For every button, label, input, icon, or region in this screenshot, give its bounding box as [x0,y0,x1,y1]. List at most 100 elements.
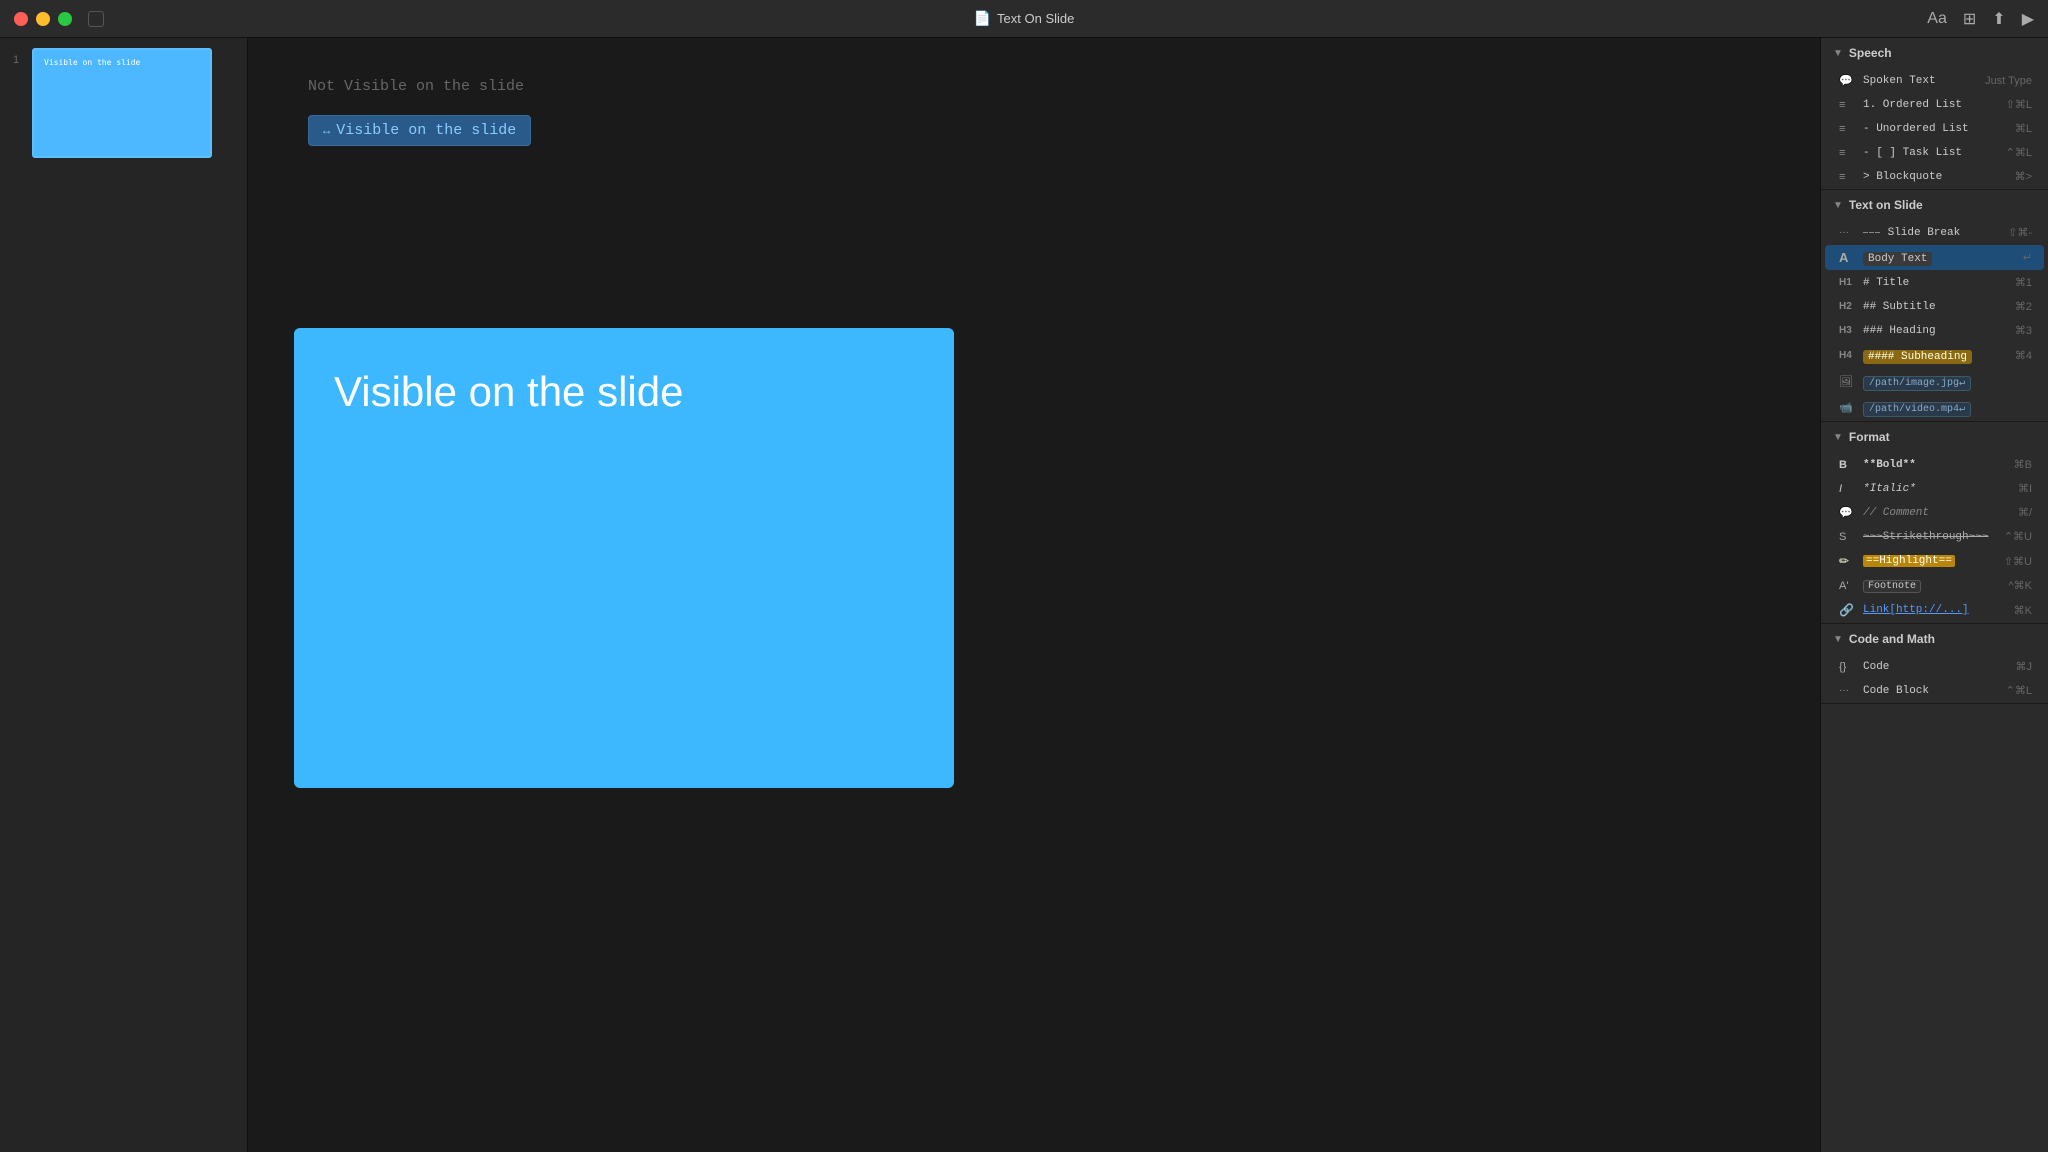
highlight-item[interactable]: ✏ ==Highlight== ⇧⌘U [1825,549,2044,573]
bold-label: **Bold** [1863,459,2008,471]
close-button[interactable] [14,12,28,26]
text-on-slide-chevron: ▼ [1833,200,1843,211]
italic-item[interactable]: I *Italic* ⌘I [1825,477,2044,500]
font-icon[interactable]: Aa [1927,10,1947,28]
image-view-icon[interactable]: ⊞ [1963,9,1976,29]
task-list-label: - [ ] Task List [1863,147,2000,159]
blockquote-item[interactable]: ≡ > Blockquote ⌘> [1825,165,2044,188]
highlight-shortcut: ⇧⌘U [2004,555,2032,568]
blockquote-shortcut: ⌘> [2015,170,2032,183]
subtitle-icon: H2 [1839,301,1857,312]
code-block-icon: ··· [1839,685,1857,696]
comment-item[interactable]: 💬 // Comment ⌘/ [1825,501,2044,524]
title-item[interactable]: H1 # Title ⌘1 [1825,271,2044,294]
titlebar-actions: Aa ⊞ ⬆ ▶ [1927,9,2034,29]
text-on-slide-header[interactable]: ▼ Text on Slide [1821,190,2048,220]
format-chevron: ▼ [1833,432,1843,443]
code-block-shortcut: ⌃⌘L [2006,684,2032,697]
speech-section-header[interactable]: ▼ Speech [1821,38,2048,68]
title-label: # Title [1863,277,2009,289]
document-icon: 📄 [974,10,991,27]
video-label: /path/video.mp4↵ [1863,400,2026,415]
slide-break-shortcut: ⇧⌘- [2008,226,2032,239]
ordered-list-shortcut: ⇧⌘L [2006,98,2032,111]
video-icon: 📹 [1839,401,1857,414]
task-list-item[interactable]: ≡ - [ ] Task List ⌃⌘L [1825,141,2044,164]
subheading-item[interactable]: H4 #### Subheading ⌘4 [1825,343,2044,368]
strikethrough-item[interactable]: S ~~~Strikethrough~~~ ⌃⌘U [1825,525,2044,548]
app-body: 1 Visible on the slide Not Visible on th… [0,38,2048,1152]
slide-break-item[interactable]: ··· ⎯⎯⎯ Slide Break ⇧⌘- [1825,221,2044,244]
not-visible-text: Not Visible on the slide [308,78,1760,95]
video-item[interactable]: 📹 /path/video.mp4↵ [1825,395,2044,420]
body-text-icon: A [1839,250,1857,265]
spoken-text-shortcut: Just Type [1985,75,2032,87]
footnote-label: Footnote [1863,580,2003,592]
editor-content[interactable]: Not Visible on the slide ↔ Visible on th… [248,38,1820,1152]
ordered-list-label: 1. Ordered List [1863,99,2000,111]
body-text-item[interactable]: A Body Text ↵ [1825,245,2044,270]
slide-break-label: ⎯⎯⎯ Slide Break [1863,227,2002,239]
bold-shortcut: ⌘B [2014,458,2032,471]
slide-thumb-row: 1 Visible on the slide [8,48,239,158]
spoken-text-item[interactable]: 💬 Spoken Text Just Type [1825,69,2044,92]
link-label: Link[http://...] [1863,604,2008,616]
slide-break-icon: ··· [1839,227,1857,238]
unordered-list-label: - Unordered List [1863,123,2009,135]
body-text-shortcut: ↵ [2023,251,2032,264]
image-icon: 🖼 [1839,375,1857,388]
subheading-icon: H4 [1839,350,1857,361]
code-section: ▼ Code and Math {} Code ⌘J ··· Code Bloc… [1821,624,2048,704]
visible-badge[interactable]: ↔ Visible on the slide [308,115,531,146]
share-icon[interactable]: ⬆ [1992,9,2005,29]
format-section: ▼ Format B **Bold** ⌘B I *Italic* ⌘I 💬 /… [1821,422,2048,624]
link-item[interactable]: 🔗 Link[http://...] ⌘K [1825,598,2044,622]
play-icon[interactable]: ▶ [2022,9,2034,29]
slide-preview-large: Visible on the slide [294,328,954,788]
subtitle-label: ## Subtitle [1863,301,2009,313]
ordered-list-icon: ≡ [1839,99,1857,111]
speech-label: Speech [1849,46,1892,60]
editor-area: Not Visible on the slide ↔ Visible on th… [248,38,1820,1152]
bold-item[interactable]: B **Bold** ⌘B [1825,453,2044,476]
speech-section: ▼ Speech 💬 Spoken Text Just Type ≡ 1. Or… [1821,38,2048,190]
ordered-list-item[interactable]: ≡ 1. Ordered List ⇧⌘L [1825,93,2044,116]
highlight-icon: ✏ [1839,554,1857,568]
blockquote-label: > Blockquote [1863,171,2009,183]
code-section-header[interactable]: ▼ Code and Math [1821,624,2048,654]
subtitle-shortcut: ⌘2 [2015,300,2032,313]
link-icon: 🔗 [1839,603,1857,617]
window-controls [14,11,104,27]
footnote-item[interactable]: A' Footnote ^⌘K [1825,574,2044,597]
italic-icon: I [1839,483,1857,495]
fullscreen-button[interactable] [88,11,104,27]
maximize-button[interactable] [58,12,72,26]
text-on-slide-label: Text on Slide [1849,198,1923,212]
unordered-list-shortcut: ⌘L [2015,122,2032,135]
code-shortcut: ⌘J [2016,660,2033,673]
minimize-button[interactable] [36,12,50,26]
code-chevron: ▼ [1833,634,1843,645]
code-item[interactable]: {} Code ⌘J [1825,655,2044,678]
titlebar-center: 📄 Text On Slide [974,10,1075,27]
image-label: /path/image.jpg↵ [1863,374,2026,389]
heading-item[interactable]: H3 ### Heading ⌘3 [1825,319,2044,342]
heading-label: ### Heading [1863,325,2009,337]
code-item-label: Code [1863,661,2010,673]
slide-thumbnail[interactable]: Visible on the slide [32,48,212,158]
slide-number: 1 [8,54,24,66]
bold-icon: B [1839,459,1857,471]
italic-label: *Italic* [1863,483,2012,495]
heading-icon: H3 [1839,325,1857,336]
slide-preview-title: Visible on the slide [334,368,683,416]
image-item[interactable]: 🖼 /path/image.jpg↵ [1825,369,2044,394]
format-section-header[interactable]: ▼ Format [1821,422,2048,452]
subheading-shortcut: ⌘4 [2015,349,2032,362]
window-title: Text On Slide [997,11,1074,26]
slide-thumb-label: Visible on the slide [44,58,140,67]
unordered-list-item[interactable]: ≡ - Unordered List ⌘L [1825,117,2044,140]
badge-icon: ↔ [323,124,330,138]
subtitle-item[interactable]: H2 ## Subtitle ⌘2 [1825,295,2044,318]
code-block-item[interactable]: ··· Code Block ⌃⌘L [1825,679,2044,702]
spoken-text-label: Spoken Text [1863,75,1979,87]
